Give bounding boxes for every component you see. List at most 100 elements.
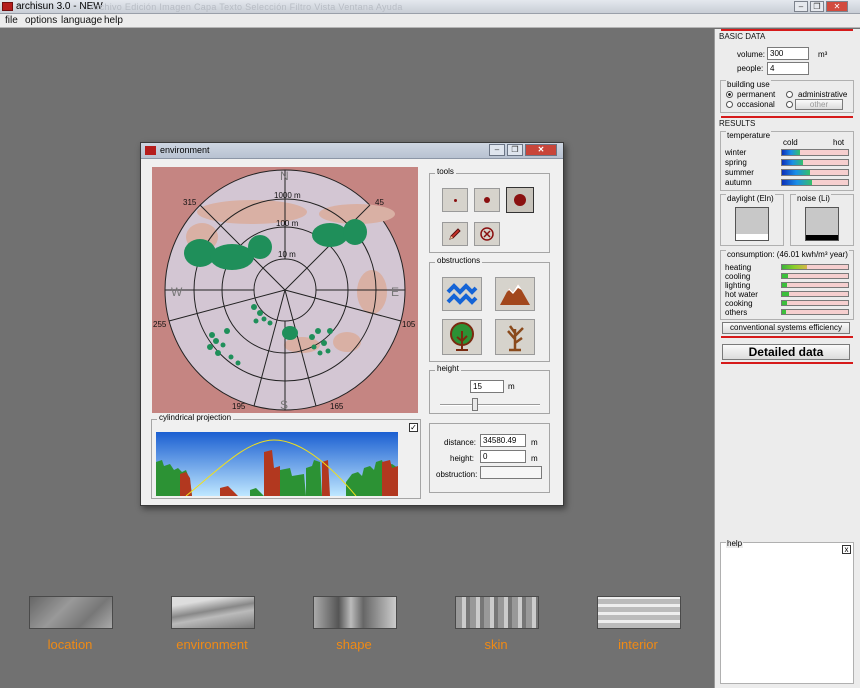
ring-10-label: 10 m xyxy=(278,250,296,259)
mountain-obstruction-button[interactable] xyxy=(495,277,535,311)
people-label: people: xyxy=(737,64,764,73)
consumption-item-label: hot water xyxy=(725,290,758,299)
cloud-shape xyxy=(357,270,387,314)
polar-sky-map[interactable]: 315 45 255 105 195 165 1000 m 100 m 10 m… xyxy=(152,167,418,413)
occasional-radio[interactable] xyxy=(726,101,733,108)
bare-tree-obstruction-button[interactable] xyxy=(495,319,535,355)
administrative-radio[interactable] xyxy=(786,91,793,98)
conventional-efficiency-button[interactable]: conventional systems efficiency xyxy=(722,322,850,334)
red-divider xyxy=(721,29,853,31)
height-slider-thumb[interactable] xyxy=(472,398,478,411)
detailed-data-button[interactable]: Detailed data xyxy=(722,344,850,360)
consumption-group: consumption: (46.01 kwh/m³ year) heating… xyxy=(720,250,854,320)
small-point-tool-button[interactable] xyxy=(442,188,468,212)
cylindrical-projection-checkbox[interactable]: ✓ xyxy=(409,423,418,432)
deg-165-label: 165 xyxy=(330,402,344,411)
deg-255-label: 255 xyxy=(153,320,167,329)
polar-diagram[interactable]: 315 45 255 105 195 165 1000 m 100 m 10 m… xyxy=(152,167,418,413)
obstructions-frame: obstructions xyxy=(429,256,550,362)
hot-label: hot xyxy=(833,138,845,147)
interior-thumbnail xyxy=(597,596,681,629)
temperature-group: temperature cold hot winter spring summe… xyxy=(720,131,854,191)
height-slider-track[interactable] xyxy=(440,404,540,406)
help-close-icon[interactable]: x xyxy=(842,545,851,554)
nav-skin[interactable]: skin xyxy=(453,596,543,656)
nav-interior[interactable]: interior xyxy=(595,596,685,656)
bare-tree-icon xyxy=(507,325,524,352)
distance-unit: m xyxy=(531,438,538,447)
nav-shape-label: shape xyxy=(336,637,372,652)
water-obstruction-button[interactable] xyxy=(442,277,482,311)
east-label: E xyxy=(391,285,399,299)
info-height-field: 0 xyxy=(480,450,526,463)
nav-skin-label: skin xyxy=(484,637,508,652)
menu-bar: file options language help xyxy=(0,14,860,28)
red-divider xyxy=(721,336,853,338)
cylindrical-projection-frame: cylindrical projection ✓ xyxy=(151,413,421,499)
consumption-bar xyxy=(781,291,849,297)
dialog-close-icon[interactable]: ✕ xyxy=(525,144,557,156)
consumption-bar xyxy=(781,309,849,315)
season-label: summer xyxy=(725,168,754,177)
people-input[interactable]: 4 xyxy=(767,62,809,75)
erase-icon xyxy=(480,227,494,241)
close-icon[interactable]: ✕ xyxy=(826,1,848,12)
red-divider xyxy=(721,362,853,364)
nav-location-label: location xyxy=(47,637,93,652)
deg-315-label: 315 xyxy=(183,198,197,207)
administrative-label: administrative xyxy=(798,90,848,99)
temperature-label: temperature xyxy=(726,131,772,140)
consumption-item-label: cooling xyxy=(725,272,751,281)
volume-label: volume: xyxy=(737,50,766,59)
large-dot-icon xyxy=(514,194,526,206)
help-label: help xyxy=(726,539,744,548)
nav-location[interactable]: location xyxy=(27,596,117,656)
dialog-titlebar[interactable]: environment – ❐ ✕ xyxy=(141,143,563,159)
permanent-radio[interactable] xyxy=(726,91,733,98)
season-label: autumn xyxy=(725,178,752,187)
season-label: spring xyxy=(725,158,747,167)
noise-indicator xyxy=(805,207,839,241)
water-waves-icon xyxy=(446,283,478,305)
ring-1000-label: 1000 m xyxy=(274,191,301,200)
medium-point-tool-button[interactable] xyxy=(474,188,500,212)
side-panel: BASIC DATA volume: 300 m³ people: 4 buil… xyxy=(714,29,860,688)
volume-input[interactable]: 300 xyxy=(767,47,809,60)
other-radio[interactable] xyxy=(786,101,793,108)
menu-options[interactable]: options xyxy=(25,15,57,26)
app-logo-icon xyxy=(2,2,13,11)
obstructions-label: obstructions xyxy=(435,256,483,265)
consumption-item-label: lighting xyxy=(725,281,751,290)
permanent-label: permanent xyxy=(737,90,776,99)
restore-icon[interactable]: ❐ xyxy=(810,1,824,12)
distance-label: distance: xyxy=(444,438,477,447)
shape-thumbnail xyxy=(313,596,397,629)
west-label: W xyxy=(171,285,183,299)
nav-environment[interactable]: environment xyxy=(169,596,259,656)
consumption-label: consumption: (46.01 kwh/m³ year) xyxy=(726,250,849,259)
noise-label: noise (Li) xyxy=(796,194,831,203)
temperature-bar xyxy=(781,159,849,166)
tree-obstruction-button[interactable] xyxy=(442,319,482,355)
pencil-tool-button[interactable] xyxy=(442,222,468,246)
background-ghost-menu: Archivo Edición Imagen Capa Texto Selecc… xyxy=(90,2,403,12)
minimize-icon[interactable]: – xyxy=(794,1,808,12)
daylight-group: daylight (Eln) xyxy=(720,194,784,246)
other-button[interactable]: other xyxy=(795,99,843,110)
north-label: N xyxy=(280,169,289,183)
height-label: height xyxy=(435,364,461,373)
medium-dot-icon xyxy=(484,197,490,203)
erase-tool-button[interactable] xyxy=(474,222,500,246)
mountain-icon xyxy=(500,284,530,305)
large-point-tool-button[interactable] xyxy=(506,187,534,213)
cold-label: cold xyxy=(783,138,798,147)
temperature-bar xyxy=(781,149,849,156)
menu-file[interactable]: file xyxy=(5,15,18,26)
menu-help[interactable]: help xyxy=(104,15,123,26)
menu-language[interactable]: language xyxy=(61,15,102,26)
dialog-minimize-icon[interactable]: – xyxy=(489,144,505,156)
nav-shape[interactable]: shape xyxy=(311,596,401,656)
dialog-restore-icon[interactable]: ❐ xyxy=(507,144,523,156)
nav-interior-label: interior xyxy=(618,637,658,652)
height-input[interactable]: 15 xyxy=(470,380,504,393)
